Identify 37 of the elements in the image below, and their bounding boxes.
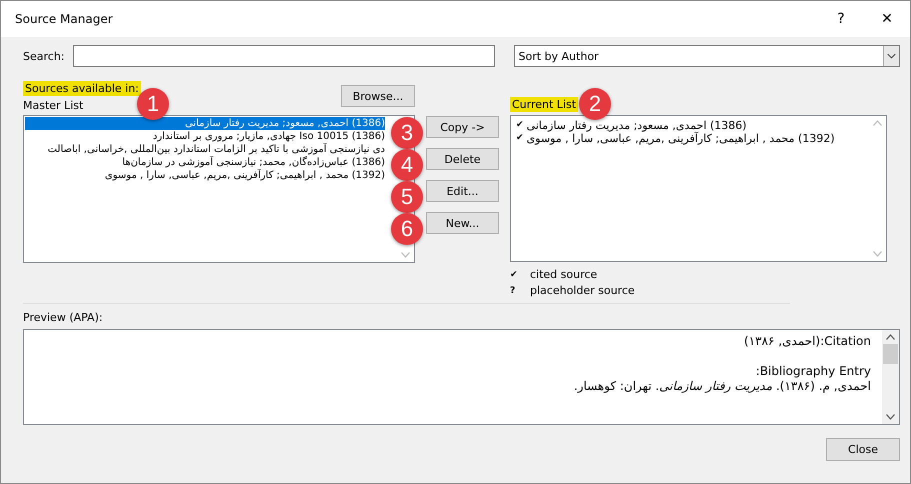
legend-label: cited source [530,268,598,281]
preview-text: Bibliography Entry: [754,364,871,379]
action-button[interactable]: Edit... [426,180,499,202]
master-list-label: Master List [23,99,84,112]
legend-symbol: ✔ [510,270,518,280]
scrollbar-thumb[interactable] [883,344,898,364]
legend-symbol: ? [510,286,516,296]
list-item[interactable]: (1386) احمدی, مسعود; مدیریت رفتار سازمانی [526,119,747,132]
sources-heading: Sources available in: [23,81,141,96]
check-mark: ✔ [516,132,524,145]
check-mark: ✔ [516,119,524,132]
close-dialog-button[interactable]: Close [826,438,900,461]
preview-text: Citation:(احمدی, ۱۳۸۶) [743,334,871,349]
number-badge: 2 [579,88,611,120]
list-item[interactable]: Iso 10015 (1386) جهادی, مازیار; مروری بر استاندارد [25,130,385,143]
chevron-down-icon [883,46,899,66]
scroll-down-icon[interactable] [886,414,895,420]
action-button[interactable]: New... [426,212,499,234]
bibliography-text: احمدی, م. (۱۳۸۶). مدیریت رفتار سازمانی. تهران: کوهسار. [572,379,871,394]
close-button[interactable]: ✕ [864,1,910,37]
scroll-up-icon[interactable] [886,334,895,340]
list-item[interactable]: (1386) احمدی, مسعود; مدیریت رفتار سازمانی [25,117,385,130]
action-button[interactable]: Copy -> [426,116,499,138]
sort-dropdown[interactable]: Sort by Author [514,45,900,67]
preview-label: Preview (APA): [23,311,104,324]
help-button[interactable]: ? [818,1,864,37]
current-list[interactable]: ✔ (1386) احمدی, مسعود; مدیریت رفتار سازمانی ✔ (1392) محمد , ابراهیمی; کارآفرینی ,مریم, عباسی, سارا , موسوی [510,115,887,262]
master-list[interactable] [23,115,415,263]
search-label: Search: [23,50,64,62]
list-item[interactable]: (1392) محمد , ابراهیمی; کارآفرینی ,مریم, عباسی, سارا , موسوی [526,132,835,145]
action-button[interactable]: Delete [426,148,499,170]
current-list-heading: Current List [510,97,578,112]
browse-button[interactable]: Browse... [341,85,415,107]
number-badge: 1 [137,88,169,120]
window-title: Source Manager [15,12,114,26]
legend-label: placeholder source [530,284,635,297]
search-field[interactable] [72,45,494,67]
